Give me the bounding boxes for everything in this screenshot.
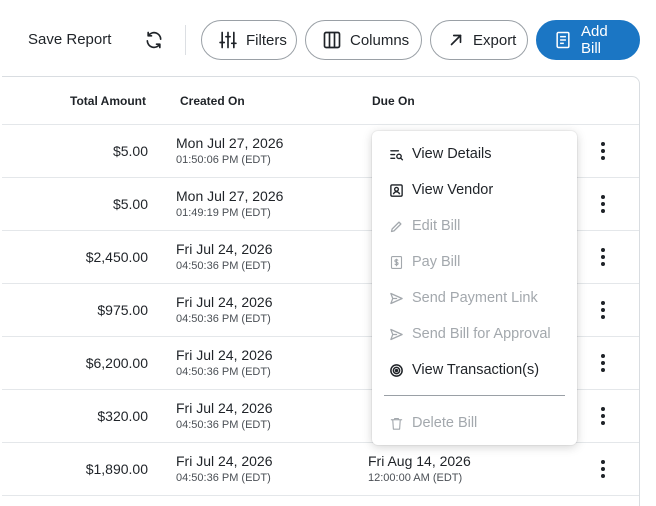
amount-cell: $320.00	[97, 408, 148, 424]
menu-item-label: View Vendor	[412, 182, 494, 198]
created-date: Mon Jul 27, 2026	[176, 135, 284, 151]
created-time: 04:50:36 PM (EDT)	[176, 313, 271, 325]
columns-button[interactable]: Columns	[305, 20, 422, 60]
created-date: Fri Jul 24, 2026	[176, 400, 273, 416]
kebab-dot	[601, 156, 605, 160]
toolbar-divider	[185, 25, 186, 55]
menu-item-label: Send Payment Link	[412, 290, 538, 306]
menu-item-label: Send Bill for Approval	[412, 326, 551, 342]
filters-label: Filters	[246, 31, 287, 49]
row-actions-button[interactable]	[594, 140, 612, 162]
amount-cell: $2,450.00	[85, 249, 148, 265]
kebab-dot	[601, 308, 605, 312]
row-actions-button[interactable]	[594, 405, 612, 427]
created-time: 04:50:36 PM (EDT)	[176, 419, 271, 431]
header-total-amount[interactable]: Total Amount	[70, 94, 146, 108]
menu-item-label: Pay Bill	[412, 254, 461, 270]
menu-item-view-details[interactable]: View Details	[372, 138, 577, 170]
menu-divider	[384, 395, 565, 396]
menu-item-label: Edit Bill	[412, 218, 461, 234]
table-row[interactable]: $1,890.00 Fri Jul 24, 2026 04:50:36 PM (ED…	[2, 443, 639, 496]
arrow-up-right-icon	[450, 34, 462, 46]
send-icon	[388, 290, 404, 306]
due-date: Fri Aug 14, 2026	[368, 453, 471, 469]
kebab-dot	[601, 407, 605, 411]
kebab-dot	[601, 142, 605, 146]
columns-label: Columns	[350, 31, 410, 49]
menu-item-send-bill-for-approval: Send Bill for Approval	[372, 318, 577, 350]
header-created-on[interactable]: Created On	[180, 94, 245, 108]
row-actions-menu: View Details View Vendor Edit Bill Pay Bill…	[372, 131, 577, 445]
row-actions-button[interactable]	[594, 352, 612, 374]
menu-item-label: View Transaction(s)	[412, 362, 540, 378]
created-date: Fri Jul 24, 2026	[176, 241, 273, 257]
kebab-dot	[601, 248, 605, 252]
menu-item-view-vendor[interactable]: View Vendor	[372, 174, 577, 206]
columns-icon	[323, 31, 341, 49]
kebab-dot	[601, 202, 605, 206]
kebab-dot	[601, 209, 605, 213]
created-date: Fri Jul 24, 2026	[176, 453, 273, 469]
save-report-button[interactable]: Save Report	[28, 31, 111, 48]
amount-cell: $5.00	[112, 143, 148, 159]
menu-item-view-transactions[interactable]: View Transaction(s)	[372, 354, 577, 386]
kebab-dot	[601, 195, 605, 199]
kebab-dot	[601, 315, 605, 319]
view-details-icon	[388, 146, 404, 162]
kebab-dot	[601, 414, 605, 418]
created-date: Fri Jul 24, 2026	[176, 347, 273, 363]
refresh-button[interactable]	[141, 27, 167, 53]
menu-item-label: View Details	[412, 146, 492, 162]
created-time: 04:50:36 PM (EDT)	[176, 260, 271, 272]
created-date: Mon Jul 27, 2026	[176, 188, 284, 204]
export-label: Export	[473, 31, 517, 49]
menu-item-delete-bill: Delete Bill	[372, 407, 577, 439]
send-icon	[388, 326, 404, 342]
amount-cell: $975.00	[97, 302, 148, 318]
pencil-icon	[388, 218, 404, 234]
row-actions-button[interactable]	[594, 299, 612, 321]
kebab-dot	[601, 368, 605, 372]
kebab-dot	[601, 474, 605, 478]
row-actions-button[interactable]	[594, 193, 612, 215]
export-button[interactable]: Export	[430, 20, 528, 60]
trash-icon	[388, 415, 404, 431]
created-date: Fri Jul 24, 2026	[176, 294, 273, 310]
menu-item-pay-bill: Pay Bill	[372, 246, 577, 278]
add-bill-label: Add Bill	[581, 23, 608, 57]
kebab-dot	[601, 301, 605, 305]
created-time: 01:50:06 PM (EDT)	[176, 154, 271, 166]
row-actions-button[interactable]	[594, 246, 612, 268]
amount-cell: $6,200.00	[85, 355, 148, 371]
table-header: Total Amount Created On Due On	[2, 77, 639, 125]
amount-cell: $1,890.00	[85, 461, 148, 477]
kebab-dot	[601, 255, 605, 259]
dollar-icon	[388, 254, 404, 270]
add-bill-button[interactable]: Add Bill	[536, 20, 640, 60]
sliders-icon	[219, 31, 237, 49]
created-time: 04:50:36 PM (EDT)	[176, 472, 271, 484]
kebab-dot	[601, 149, 605, 153]
kebab-dot	[601, 361, 605, 365]
menu-item-label: Delete Bill	[412, 415, 478, 431]
target-icon	[388, 362, 404, 378]
due-time: 12:00:00 AM (EDT)	[368, 472, 463, 484]
document-icon	[556, 31, 570, 49]
amount-cell: $5.00	[112, 196, 148, 212]
kebab-dot	[601, 354, 605, 358]
kebab-dot	[601, 460, 605, 464]
kebab-dot	[601, 467, 605, 471]
menu-item-edit-bill: Edit Bill	[372, 210, 577, 242]
refresh-icon	[146, 31, 162, 49]
created-time: 04:50:36 PM (EDT)	[176, 366, 271, 378]
vendor-icon	[388, 182, 404, 198]
header-due-on[interactable]: Due On	[372, 94, 415, 108]
kebab-dot	[601, 262, 605, 266]
menu-item-send-payment-link: Send Payment Link	[372, 282, 577, 314]
row-actions-button[interactable]	[594, 458, 612, 480]
toolbar: Save Report Filters Columns Export Add B…	[0, 0, 656, 78]
kebab-dot	[601, 421, 605, 425]
created-time: 01:49:19 PM (EDT)	[176, 207, 271, 219]
filters-button[interactable]: Filters	[201, 20, 297, 60]
